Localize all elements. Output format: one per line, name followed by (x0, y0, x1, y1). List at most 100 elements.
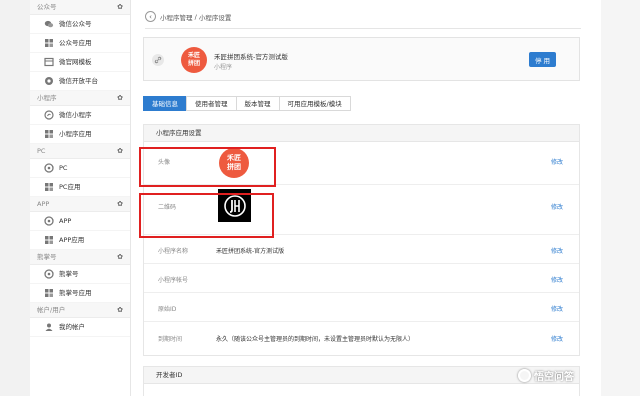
user-icon (44, 322, 54, 332)
back-icon[interactable]: ‹ (145, 11, 156, 22)
gear-icon[interactable]: ✿ (117, 91, 123, 106)
tab-basic-info[interactable]: 基础信息 (143, 96, 187, 111)
edit-account-link[interactable]: 修改 (551, 275, 563, 284)
sidebar-item[interactable]: 熊掌号应用 (30, 284, 130, 303)
sidebar-section-header: 小程序 ✿ (30, 91, 130, 106)
row-expiry: 到期时间 永久（随该公众号主管理员的到期时间，未设置主管理员时默认为无限人） 修… (144, 322, 579, 355)
gear-icon[interactable]: ✿ (117, 303, 123, 318)
template-icon (44, 57, 54, 67)
row-label: 原始ID (158, 306, 177, 313)
sidebar-item[interactable]: PC (30, 159, 130, 178)
tab-bar: 基础信息 使用者管理 版本管理 可用应用模板/模块 (143, 96, 351, 111)
breadcrumb-current: 小程序设置 (198, 13, 232, 22)
sidebar-item-label: PC (59, 163, 68, 172)
app-icon (44, 288, 54, 298)
edit-expiry-link[interactable]: 修改 (551, 334, 563, 343)
sidebar-item-label: APP应用 (59, 235, 85, 244)
row-name: 小程序名称 禾匠拼团系统-官方测试版 修改 (144, 235, 579, 264)
main-content: ‹ 小程序管理 / 小程序设置 禾匠 拼团 禾匠拼团系统-官方测试版 小程序 停 … (131, 0, 601, 396)
app-card: 禾匠 拼团 禾匠拼团系统-官方测试版 小程序 停 用 (143, 37, 580, 81)
app-name: 禾匠拼团系统-官方测试版 (214, 53, 288, 61)
breadcrumb-parent[interactable]: 小程序管理 (160, 12, 193, 22)
sidebar-item-label: 熊掌号 (59, 269, 79, 278)
wechat-icon (44, 19, 54, 29)
sidebar-section-title: 小程序 (37, 94, 57, 102)
developer-title: 开发者ID (144, 367, 579, 384)
sidebar: 公众号 ✿ 微信公众号公众号应用微官网模板微信开放平台小程序 ✿ 微信小程序小程序应用 P… (30, 0, 131, 396)
sidebar-section-title: PC (37, 147, 46, 155)
sidebar-section-header: APP ✿ (30, 197, 130, 212)
sidebar-item[interactable]: 微官网模板 (30, 53, 130, 72)
gear-icon[interactable]: ✿ (117, 197, 123, 212)
sidebar-item-label: 微信开放平台 (59, 76, 98, 85)
highlight-box-qrcode (139, 193, 274, 238)
settings-title: 小程序应用设置 (144, 125, 579, 142)
watermark-icon (518, 369, 531, 382)
sidebar-section-header: PC ✿ (30, 144, 130, 159)
sidebar-item-label: PC应用 (59, 182, 81, 191)
sidebar-item[interactable]: PC应用 (30, 178, 130, 197)
sidebar-item-label: APP (59, 216, 72, 225)
sidebar-section-title: APP (37, 200, 50, 208)
row-label: 到期时间 (158, 336, 183, 343)
breadcrumb: ‹ 小程序管理 / 小程序设置 (145, 10, 231, 23)
sidebar-item-label: 微信公众号 (59, 19, 92, 28)
divider (145, 28, 581, 29)
sidebar-section-title: 公众号 (37, 3, 57, 11)
sidebar-item-label: 熊掌号应用 (59, 288, 92, 297)
right-margin (601, 0, 640, 396)
sidebar-item[interactable]: 微信小程序 (30, 106, 130, 125)
sidebar-section-header: 公众号 ✿ (30, 0, 130, 15)
sidebar-item-label: 小程序应用 (59, 129, 92, 138)
sidebar-item[interactable]: 小程序应用 (30, 125, 130, 144)
tab-user-management[interactable]: 使用者管理 (186, 96, 237, 111)
row-account: 小程序帐号 修改 (144, 264, 579, 293)
sidebar-item-label: 我的帐户 (59, 322, 85, 331)
row-value: 禾匠拼团系统-官方测试版 (216, 248, 285, 255)
edit-name-link[interactable]: 修改 (551, 246, 563, 255)
app-logo: 禾匠 拼团 (181, 47, 207, 73)
sidebar-item[interactable]: 公众号应用 (30, 34, 130, 53)
sidebar-section-title: 熊掌号 (37, 253, 57, 261)
sidebar-item[interactable]: 我的帐户 (30, 318, 130, 337)
gear-icon[interactable]: ✿ (117, 250, 123, 265)
sidebar-section-title: 帐户/用户 (37, 306, 66, 314)
watermark-text: 悟空问答 (534, 372, 574, 383)
sidebar-section-header: 帐户/用户 ✿ (30, 303, 130, 318)
sidebar-item[interactable]: APP应用 (30, 231, 130, 250)
highlight-box-avatar (139, 147, 276, 187)
sidebar-item-label: 微官网模板 (59, 57, 92, 66)
sidebar-item-label: 微信小程序 (59, 110, 92, 119)
app-icon (44, 38, 54, 48)
app-icon (44, 129, 54, 139)
page: 公众号 ✿ 微信公众号 公众号应用 微官网模板 微信开放平台 小程序 ✿ 微信小程序 小程序应用 P… (0, 0, 640, 396)
sidebar-item-label: 公众号应用 (59, 38, 92, 47)
paw-icon (44, 269, 54, 279)
app-icon (44, 182, 54, 192)
edit-qrcode-link[interactable]: 修改 (551, 202, 563, 211)
watermark: 悟空问答 (518, 368, 574, 383)
sidebar-item[interactable]: 微信公众号 (30, 15, 130, 34)
gear-icon[interactable]: ✿ (117, 144, 123, 159)
platform-icon (44, 76, 54, 86)
pc-icon (44, 163, 54, 173)
gear-icon[interactable]: ✿ (117, 0, 123, 15)
tab-version-management[interactable]: 版本管理 (235, 96, 280, 111)
tab-available-templates[interactable]: 可用应用模板/模块 (278, 96, 351, 111)
link-icon (152, 54, 164, 66)
row-original-id: 原始ID 修改 (144, 293, 579, 322)
row-label: 小程序名称 (158, 248, 189, 255)
sidebar-section-header: 熊掌号 ✿ (30, 250, 130, 265)
app-type: 小程序 (214, 64, 233, 71)
edit-avatar-link[interactable]: 修改 (551, 157, 563, 166)
edit-original-id-link[interactable]: 修改 (551, 304, 563, 313)
miniprogram-icon (44, 110, 54, 120)
developer-panel: 开发者ID (143, 366, 580, 396)
sidebar-item[interactable]: 微信开放平台 (30, 72, 130, 91)
sidebar-item[interactable]: APP (30, 212, 130, 231)
row-value: 永久（随该公众号主管理员的到期时间，未设置主管理员时默认为无限人） (216, 336, 415, 343)
mobile-icon (44, 216, 54, 226)
row-label: 小程序帐号 (158, 277, 189, 284)
sidebar-item[interactable]: 熊掌号 (30, 265, 130, 284)
disable-button[interactable]: 停 用 (529, 52, 556, 67)
